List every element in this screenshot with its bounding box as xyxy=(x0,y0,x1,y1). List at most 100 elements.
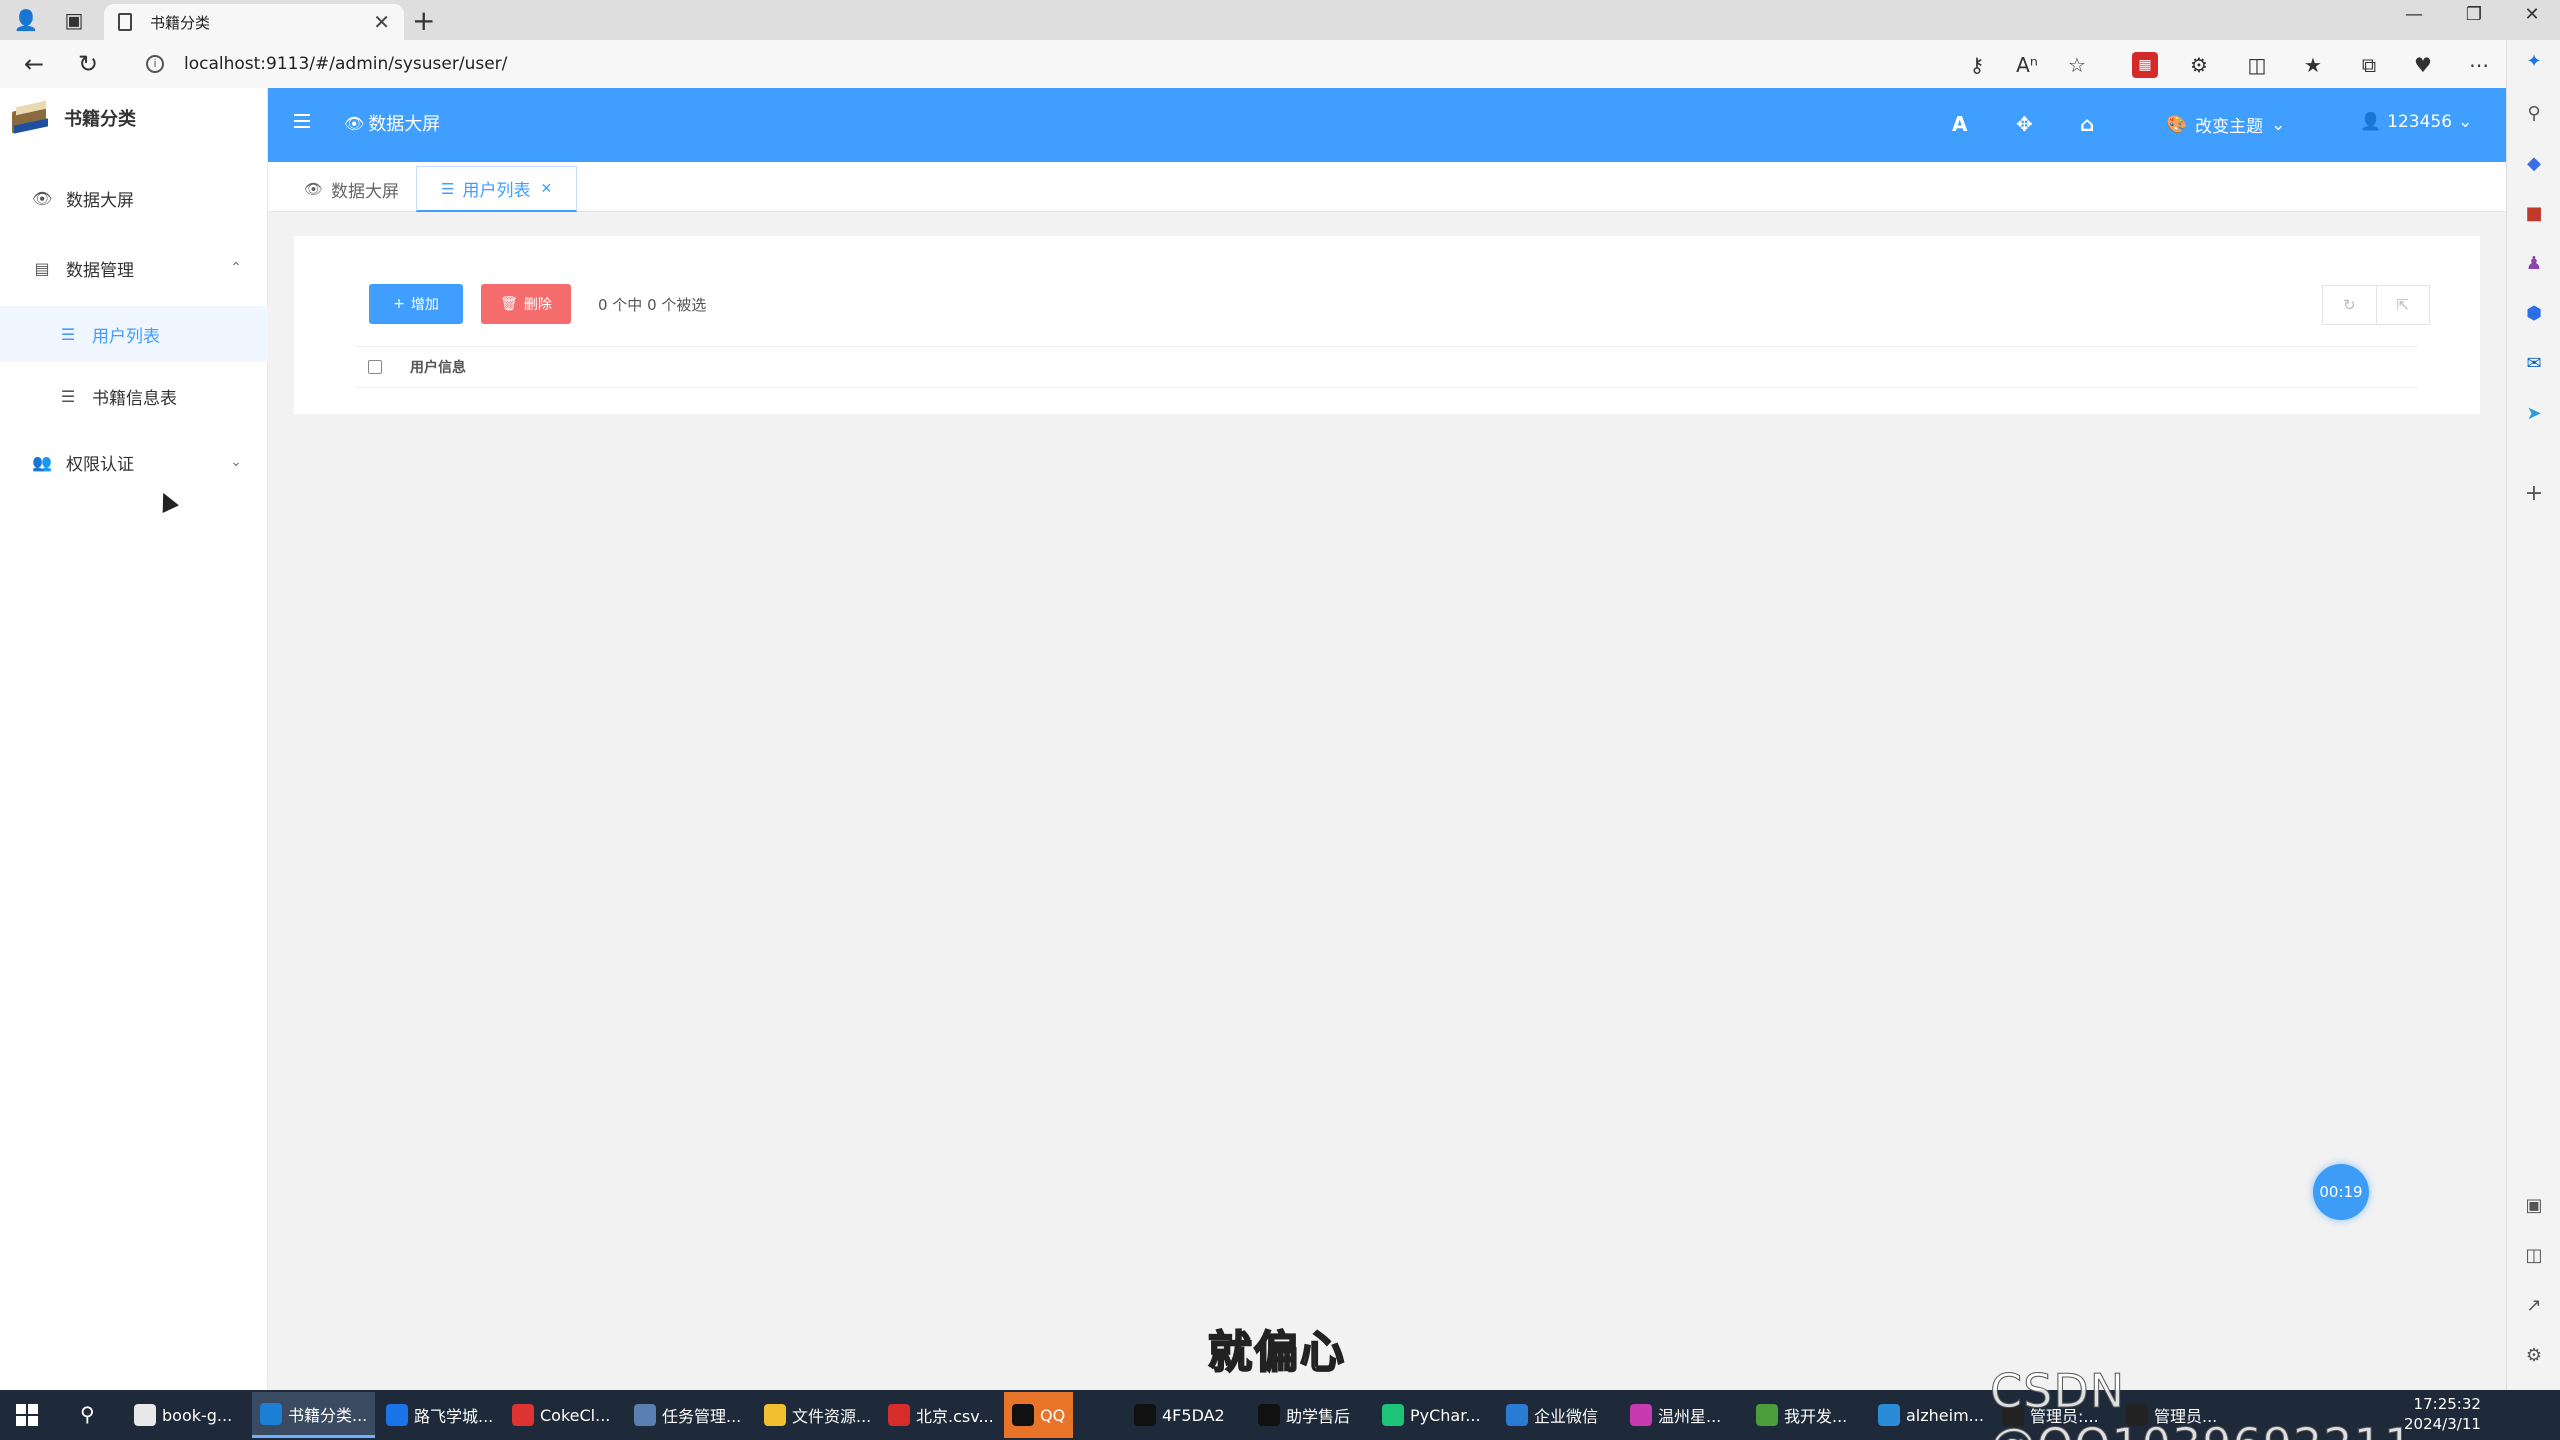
eye-icon: 👁 xyxy=(344,113,365,133)
user-icon: 👤 xyxy=(2360,112,2382,132)
taskbar-app[interactable]: book-g... xyxy=(126,1392,240,1438)
sidebar-item-data-management[interactable]: ▤ 数据管理 ⌃ xyxy=(0,240,268,296)
favorites-icon[interactable]: ★ xyxy=(2300,52,2326,78)
app-icon xyxy=(512,1404,534,1426)
taskbar-app[interactable]: PyChar... xyxy=(1374,1392,1489,1438)
refresh-button[interactable]: ↻ xyxy=(72,48,104,80)
sidebar-item-label: 书籍信息表 xyxy=(92,388,177,409)
search-icon[interactable]: ⚲ xyxy=(80,1402,95,1426)
sidebar-item-book-info[interactable]: ☰ 书籍信息表 xyxy=(0,368,268,424)
header-title[interactable]: 👁 数据大屏 xyxy=(344,110,440,136)
minimize-button[interactable]: — xyxy=(2386,4,2442,25)
browser-tab[interactable]: 书籍分类 ✕ xyxy=(104,4,404,40)
theme-label: 改变主题 xyxy=(2195,117,2264,137)
page-icon xyxy=(118,13,132,31)
taskbar-app[interactable]: QQ xyxy=(1004,1392,1074,1438)
address-bar: ← ↻ i localhost:9113/#/admin/sysuser/use… xyxy=(0,40,2522,88)
close-tab-icon[interactable]: ✕ xyxy=(540,181,552,197)
send-icon[interactable]: ➤ xyxy=(2521,400,2547,426)
search-icon[interactable]: ⚲ xyxy=(2521,100,2547,126)
new-tab-button[interactable]: + xyxy=(412,4,435,37)
taskbar-app-label: CokeCl... xyxy=(540,1405,611,1425)
performance-icon[interactable]: ♥ xyxy=(2410,52,2436,78)
export-icon[interactable]: ⇱ xyxy=(2375,286,2430,324)
browser-tab-title: 书籍分类 xyxy=(150,13,211,32)
app-logo: 书籍分类 xyxy=(12,100,136,134)
delete-button-label: 删除 xyxy=(523,297,552,313)
taskbar-app[interactable]: 我开发... xyxy=(1748,1392,1855,1438)
taskbar-app[interactable]: 书籍分类... xyxy=(252,1392,376,1438)
tab-user-list[interactable]: ☰ 用户列表 ✕ xyxy=(416,166,578,212)
tools-icon[interactable]: ■ xyxy=(2521,200,2547,226)
app-icon xyxy=(1630,1404,1652,1426)
restore-button[interactable]: ❐ xyxy=(2446,4,2502,25)
tab-dashboard[interactable]: 👁 数据大屏 xyxy=(280,166,423,212)
taskbar-app[interactable]: 文件资源... xyxy=(756,1392,879,1438)
browser-tab-bar: 👤 ▣ 书籍分类 ✕ + — ❐ ✕ xyxy=(0,0,2560,40)
extension-icon[interactable]: ▦ xyxy=(2132,52,2158,78)
refresh-icon[interactable]: ↻ xyxy=(2323,286,2376,324)
site-info-icon[interactable]: i xyxy=(146,55,164,73)
app-icon xyxy=(134,1404,156,1426)
favorite-star-icon[interactable]: ☆ xyxy=(2064,52,2090,78)
add-button[interactable]: + 增加 xyxy=(369,284,463,324)
close-tab-icon[interactable]: ✕ xyxy=(373,10,390,34)
key-icon[interactable]: ⚷ xyxy=(1964,52,1990,78)
microsoft365-icon[interactable]: ⬢ xyxy=(2521,300,2547,326)
split-screen-icon[interactable]: ◫ xyxy=(2244,52,2270,78)
menu-toggle-icon[interactable] xyxy=(294,114,310,128)
sidebar-item-auth[interactable]: 👥 权限认证 ⌄ xyxy=(0,434,268,490)
taskbar-app[interactable]: 温州星... xyxy=(1622,1392,1729,1438)
sidebar-item-user-list[interactable]: ☰ 用户列表 xyxy=(0,306,268,362)
sidebar-item-label: 权限认证 xyxy=(66,454,134,475)
taskbar-app[interactable]: 北京.csv... xyxy=(880,1392,1002,1438)
app-header: 👁 数据大屏 A ✥ ⌂ 🎨 改变主题 ⌄ 👤 123456 ⌄ xyxy=(268,88,2506,162)
app-icon xyxy=(1258,1404,1280,1426)
outlook-icon[interactable]: ✉ xyxy=(2521,350,2547,376)
taskbar-app[interactable]: 4F5DA2 xyxy=(1126,1392,1233,1438)
recording-timer[interactable]: 00:19 xyxy=(2313,1164,2369,1220)
tab-actions-icon[interactable]: ▣ xyxy=(60,6,88,34)
taskbar-app[interactable]: 助学售后 xyxy=(1250,1392,1358,1438)
app-icon xyxy=(888,1404,910,1426)
font-size-icon[interactable]: A xyxy=(1952,112,1967,136)
extensions-icon[interactable]: ⚙ xyxy=(2186,52,2212,78)
taskbar-app[interactable]: 任务管理... xyxy=(626,1392,749,1438)
external-icon[interactable]: ↗ xyxy=(2521,1292,2547,1318)
select-all-checkbox[interactable] xyxy=(368,360,382,374)
app-icon xyxy=(1878,1404,1900,1426)
app-icon xyxy=(1134,1404,1156,1426)
add-icon[interactable]: + xyxy=(2521,480,2547,506)
screenshot-icon[interactable]: ▣ xyxy=(2521,1192,2547,1218)
taskbar-app-label: 文件资源... xyxy=(792,1407,872,1426)
taskbar-app[interactable]: 路飞学城... xyxy=(378,1392,501,1438)
sidebar-toggle-icon[interactable]: ◫ xyxy=(2521,1242,2547,1268)
taskbar-app-label: 企业微信 xyxy=(1534,1407,1599,1426)
user-menu[interactable]: 👤 123456 ⌄ xyxy=(2360,112,2472,132)
fullscreen-icon[interactable]: ✥ xyxy=(2016,112,2033,136)
windows-start-icon[interactable] xyxy=(16,1404,38,1426)
sidebar-item-dashboard[interactable]: 👁 数据大屏 xyxy=(0,170,268,226)
collections-icon[interactable]: ⧉ xyxy=(2356,52,2382,78)
home-icon[interactable]: ⌂ xyxy=(2080,112,2094,136)
window-close-button[interactable]: ✕ xyxy=(2504,4,2560,25)
column-header: 用户信息 xyxy=(410,360,466,376)
palette-icon: 🎨 xyxy=(2166,114,2188,135)
taskbar-app[interactable]: CokeCl... xyxy=(504,1392,618,1438)
delete-button[interactable]: 🗑 删除 xyxy=(481,284,571,324)
view-tabs: 👁 数据大屏 ☰ 用户列表 ✕ xyxy=(268,162,2506,212)
shopping-icon[interactable]: ◆ xyxy=(2521,150,2547,176)
read-aloud-icon[interactable]: Aⁿ xyxy=(2014,52,2040,78)
more-menu-icon[interactable]: ⋯ xyxy=(2466,52,2492,78)
list-icon: ☰ xyxy=(441,179,455,198)
url-field[interactable]: i localhost:9113/#/admin/sysuser/user/ xyxy=(128,46,2028,82)
profile-icon[interactable]: 👤 xyxy=(12,6,40,34)
games-icon[interactable]: ♟ xyxy=(2521,250,2547,276)
back-button[interactable]: ← xyxy=(18,48,50,80)
watermark: CSDN @QQ1039692211 xyxy=(1990,1364,2414,1440)
taskbar-app[interactable]: alzheim... xyxy=(1870,1392,1992,1438)
taskbar-app[interactable]: 企业微信 xyxy=(1498,1392,1606,1438)
theme-switcher[interactable]: 🎨 改变主题 ⌄ xyxy=(2166,112,2285,138)
copilot-icon[interactable]: ✦ xyxy=(2521,48,2547,74)
chevron-up-icon: ⌃ xyxy=(230,260,242,276)
